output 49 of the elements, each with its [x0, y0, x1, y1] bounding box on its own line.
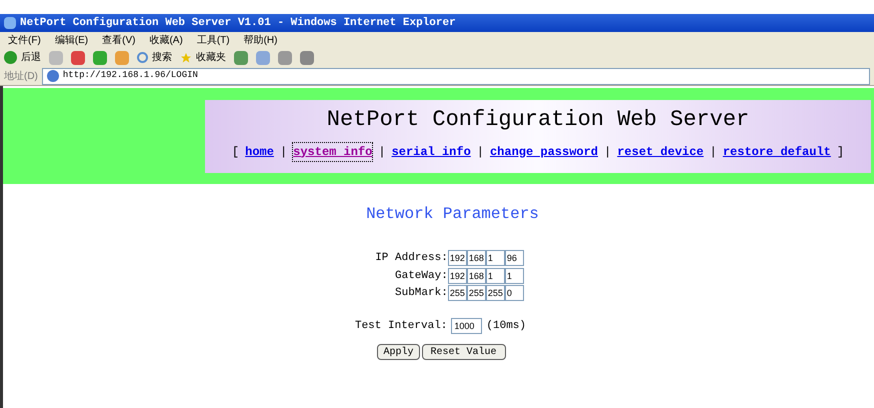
octet-field[interactable]: 255 [448, 285, 467, 302]
separator: | [604, 144, 612, 160]
interval-unit: (10ms) [486, 318, 526, 334]
nav-link[interactable]: home [245, 142, 274, 160]
nav-link[interactable]: reset device [617, 142, 704, 160]
separator: | [476, 144, 484, 160]
octet-field[interactable]: 96 [504, 250, 524, 266]
search-icon [137, 52, 148, 63]
menu-item[interactable]: 编辑(E) [54, 32, 88, 48]
separator: | [710, 144, 717, 160]
page-title: NetPort Configuration Web Server [326, 106, 750, 134]
favorites-button[interactable]: 收藏夹 [180, 50, 226, 65]
nav-link[interactable]: restore default [722, 142, 831, 160]
nav-link[interactable]: system info [293, 142, 372, 160]
interval-label: Test Interval: [354, 318, 448, 334]
form-button[interactable]: Apply [377, 344, 420, 360]
octet-field[interactable]: 1 [486, 250, 505, 266]
octet-field[interactable]: 255 [466, 285, 486, 302]
address-label: 地址(D) [4, 70, 38, 84]
octet-field[interactable]: 168 [466, 250, 486, 266]
window-title: NetPort Configuration Web Server V1.01 - Windows Internet Explorer [20, 16, 456, 31]
separator: | [280, 144, 288, 160]
form-button[interactable]: Reset Value [422, 344, 506, 360]
octet-field[interactable]: 192 [448, 250, 467, 266]
section-title: Network Parameters [366, 204, 539, 225]
menu-item[interactable]: 文件(F) [8, 32, 41, 48]
bracket: [ [232, 144, 240, 160]
bracket: ] [836, 144, 844, 160]
star-icon [180, 52, 192, 64]
menu-item[interactable]: 工具(T) [196, 32, 230, 48]
octet-field[interactable]: 168 [466, 268, 486, 284]
nav-link[interactable]: change password [490, 142, 598, 160]
field-label: SubMark: [394, 286, 448, 301]
separator: | [378, 144, 386, 160]
octet-field[interactable]: 255 [486, 285, 505, 302]
octet-field[interactable]: 192 [448, 268, 467, 284]
search-button[interactable]: 搜索 [137, 50, 172, 65]
menu-item[interactable]: 收藏(A) [149, 32, 183, 48]
menu-item[interactable]: 查看(V) [102, 32, 136, 48]
octet-field[interactable]: 1 [486, 268, 505, 284]
octet-field[interactable]: 1 [504, 268, 524, 284]
nav-link[interactable]: serial info [392, 142, 471, 160]
field-label: GateWay: [394, 268, 448, 284]
back-button[interactable]: 后退 [4, 50, 41, 65]
menu-item[interactable]: 帮助(H) [244, 32, 278, 48]
field-label: IP Address: [375, 251, 448, 266]
address-field[interactable]: http://192.168.1.96/LOGIN [42, 68, 870, 84]
octet-field[interactable]: 0 [504, 285, 524, 302]
interval-field[interactable]: 1000 [451, 318, 482, 334]
